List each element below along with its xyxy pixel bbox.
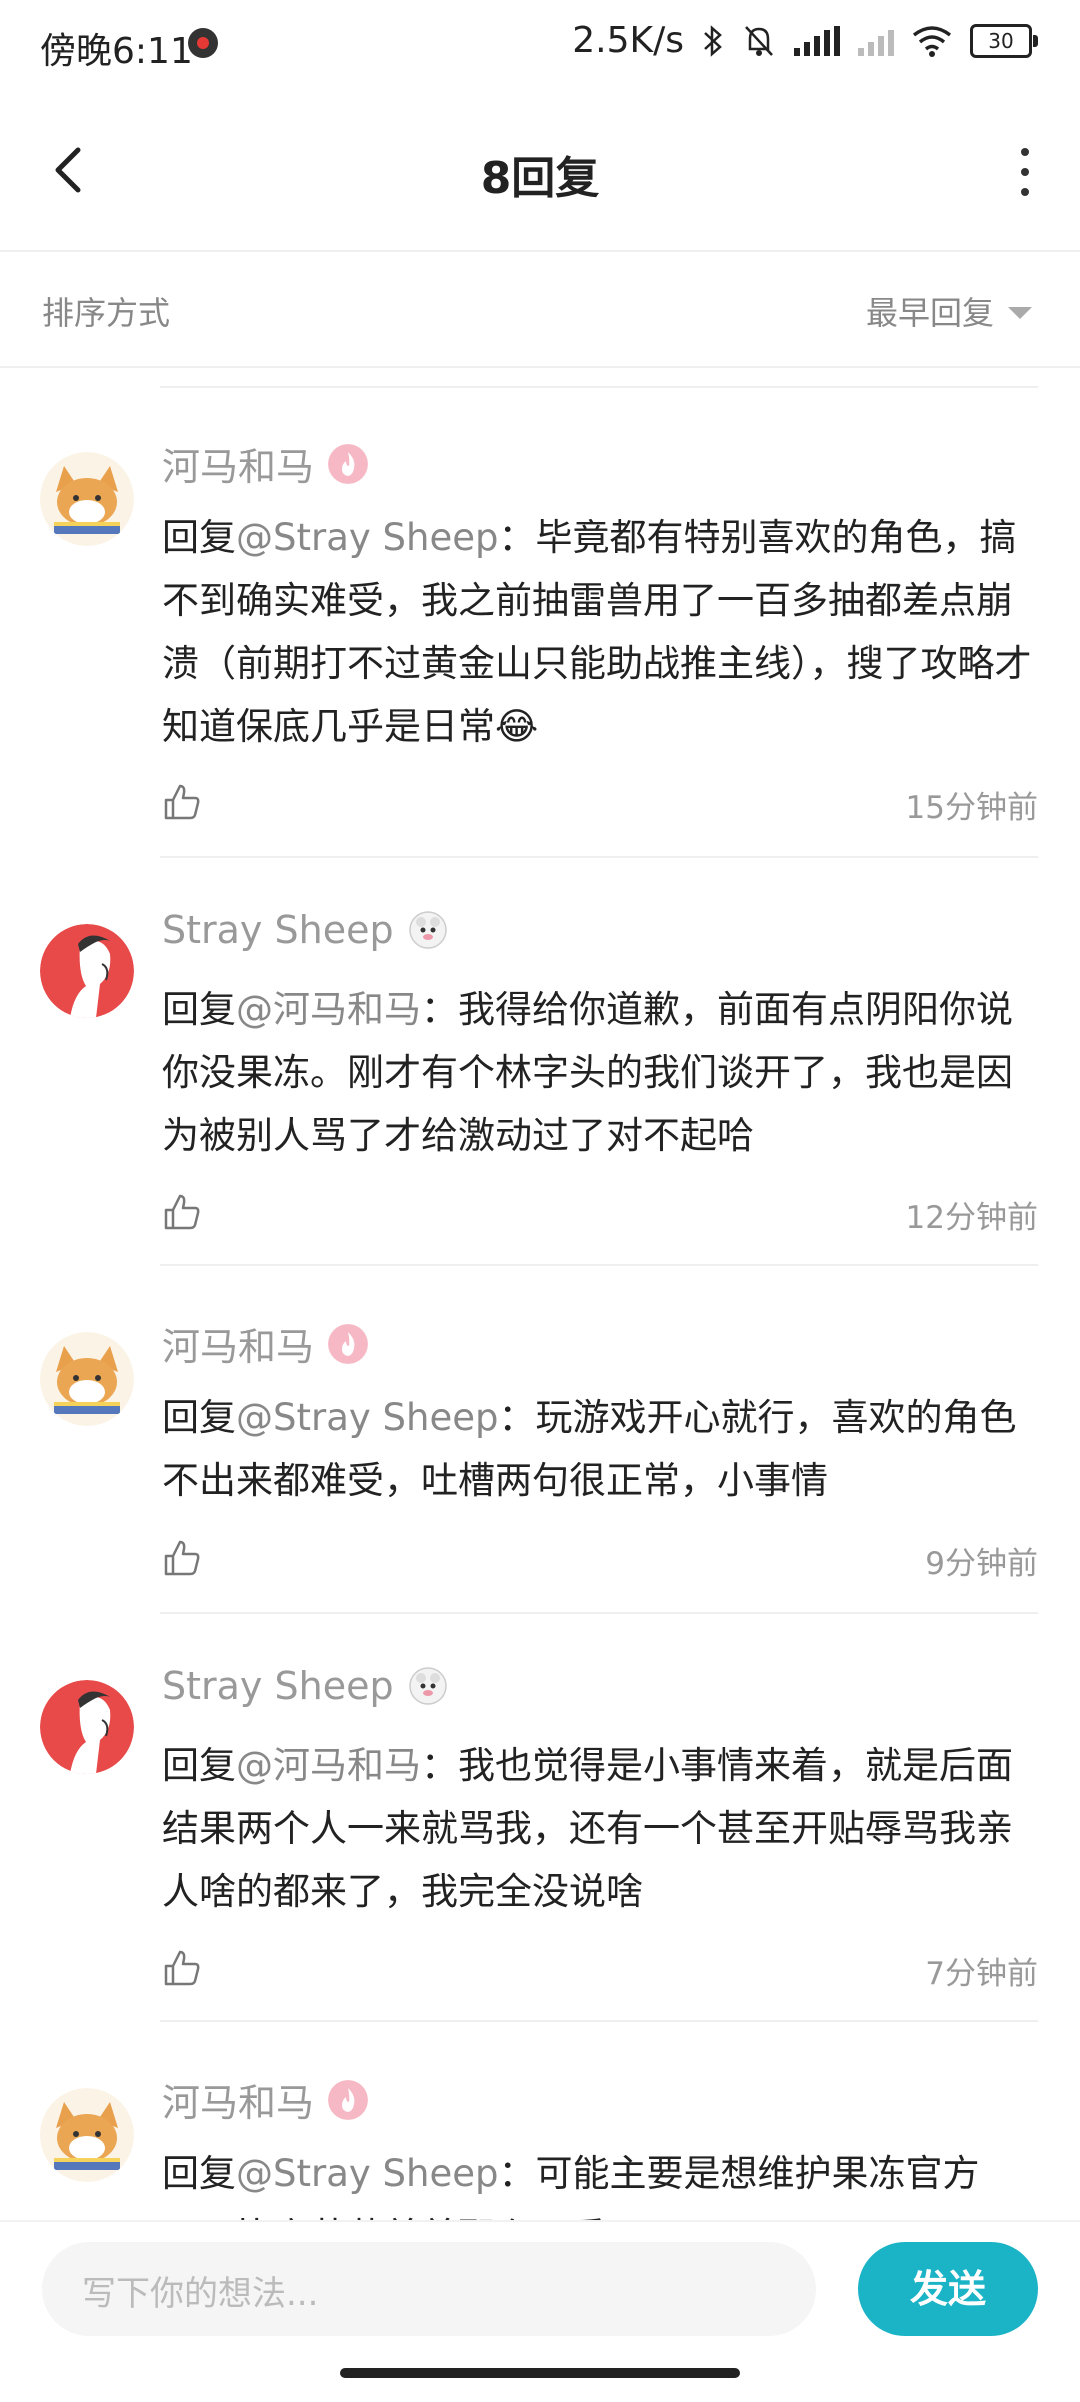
reply-content: 回复@河马和马：我得给你道歉，前面有点阴阳你说你没果冻。刚才有个林字头的我们谈开… [162, 978, 1042, 1167]
fire-badge-icon [328, 1323, 369, 1364]
avatar[interactable] [40, 1680, 134, 1774]
mention-link[interactable]: @河马和马 [236, 988, 421, 1031]
reply-prefix: 回复 [162, 988, 236, 1031]
comment-input-bar: 写下你的想法... 发送 [0, 2220, 1080, 2402]
reply-prefix: 回复 [162, 2152, 236, 2195]
divider [160, 856, 1038, 858]
reply-list[interactable]: 河马和马 回复@Stray Sheep：毕竟都有特别喜欢的角色，搞不到确实难受，… [0, 386, 1080, 2220]
nav-bar: 8回复 [0, 90, 1080, 252]
net-speed: 2.5K/s [572, 20, 684, 61]
reply-time: 12分钟前 [905, 1200, 1038, 1236]
username[interactable]: 河马和马 [162, 1316, 314, 1371]
reply-content: 回复@Stray Sheep：玩游戏开心就行，喜欢的角色不出来都难受，吐槽两句很… [162, 1386, 1042, 1512]
reply-time: 15分钟前 [905, 790, 1038, 826]
wifi-icon [912, 25, 952, 57]
reply-content: 回复@Stray Sheep：毕竟都有特别喜欢的角色，搞不到确实难受，我之前抽雷… [162, 506, 1042, 758]
fire-badge-icon [328, 443, 369, 484]
page-title: 8回复 [480, 153, 600, 204]
sheep-badge-icon [408, 911, 447, 949]
username[interactable]: 河马和马 [162, 2072, 314, 2127]
comment-input[interactable]: 写下你的想法... [42, 2242, 816, 2336]
mention-link[interactable]: @Stray Sheep [236, 2152, 499, 2195]
reply-content: 回复@河马和马：我也觉得是小事情来着，就是后面结果两个人一来就骂我，还有一个甚至… [162, 1734, 1042, 1923]
status-time: 傍晚6:11 [40, 31, 193, 72]
reply-prefix: 回复 [162, 1744, 236, 1787]
sort-label: 排序方式 [42, 294, 171, 332]
avatar[interactable] [40, 452, 134, 546]
avatar[interactable] [40, 1332, 134, 1426]
sort-value: 最早回复 [865, 294, 994, 332]
divider [160, 2020, 1038, 2022]
thumbs-up-icon[interactable] [162, 1948, 202, 1988]
reply-prefix: 回复 [162, 1396, 236, 1439]
send-button[interactable]: 发送 [858, 2242, 1038, 2336]
mention-link[interactable]: @Stray Sheep [236, 1396, 499, 1439]
chevron-down-icon [1008, 307, 1032, 319]
signal-icon [858, 26, 894, 56]
avatar[interactable] [40, 2088, 134, 2182]
mention-link[interactable]: @河马和马 [236, 1744, 421, 1787]
sort-bar: 排序方式 最早回复 [0, 252, 1080, 368]
username[interactable]: 河马和马 [162, 436, 314, 491]
status-icons: 2.5K/s 30 [572, 20, 1038, 61]
thumbs-up-icon[interactable] [162, 782, 202, 822]
thumbs-up-icon[interactable] [162, 1538, 202, 1578]
reply-content: 回复@Stray Sheep：可能主要是想维护果冻官方吧，毕竟苹萃差差那么可爱 [162, 2142, 1042, 2220]
recording-icon [188, 28, 218, 58]
status-bar: 傍晚6:11 2.5K/s 30 [0, 0, 1080, 90]
bluetooth-icon [704, 24, 722, 57]
username[interactable]: Stray Sheep [162, 908, 394, 952]
thumbs-up-icon[interactable] [162, 1192, 202, 1232]
input-placeholder: 写下你的想法... [82, 2274, 319, 2314]
sort-dropdown[interactable]: 最早回复 [866, 288, 1032, 334]
username[interactable]: Stray Sheep [162, 1664, 394, 1708]
battery-icon: 30 [970, 23, 1038, 58]
fire-badge-icon [328, 2079, 369, 2120]
sheep-badge-icon [408, 1667, 447, 1705]
more-options-icon[interactable] [1010, 142, 1040, 202]
mention-link[interactable]: @Stray Sheep [236, 516, 499, 559]
reply-time: 9分钟前 [925, 1546, 1038, 1582]
hd-signal-icon [794, 25, 840, 56]
divider [160, 386, 1038, 388]
divider [160, 1264, 1038, 1266]
reply-prefix: 回复 [162, 516, 236, 559]
reply-time: 7分钟前 [925, 1956, 1038, 1992]
avatar[interactable] [40, 924, 134, 1018]
divider [160, 1612, 1038, 1614]
mute-icon [745, 25, 773, 56]
home-indicator[interactable] [340, 2368, 740, 2378]
